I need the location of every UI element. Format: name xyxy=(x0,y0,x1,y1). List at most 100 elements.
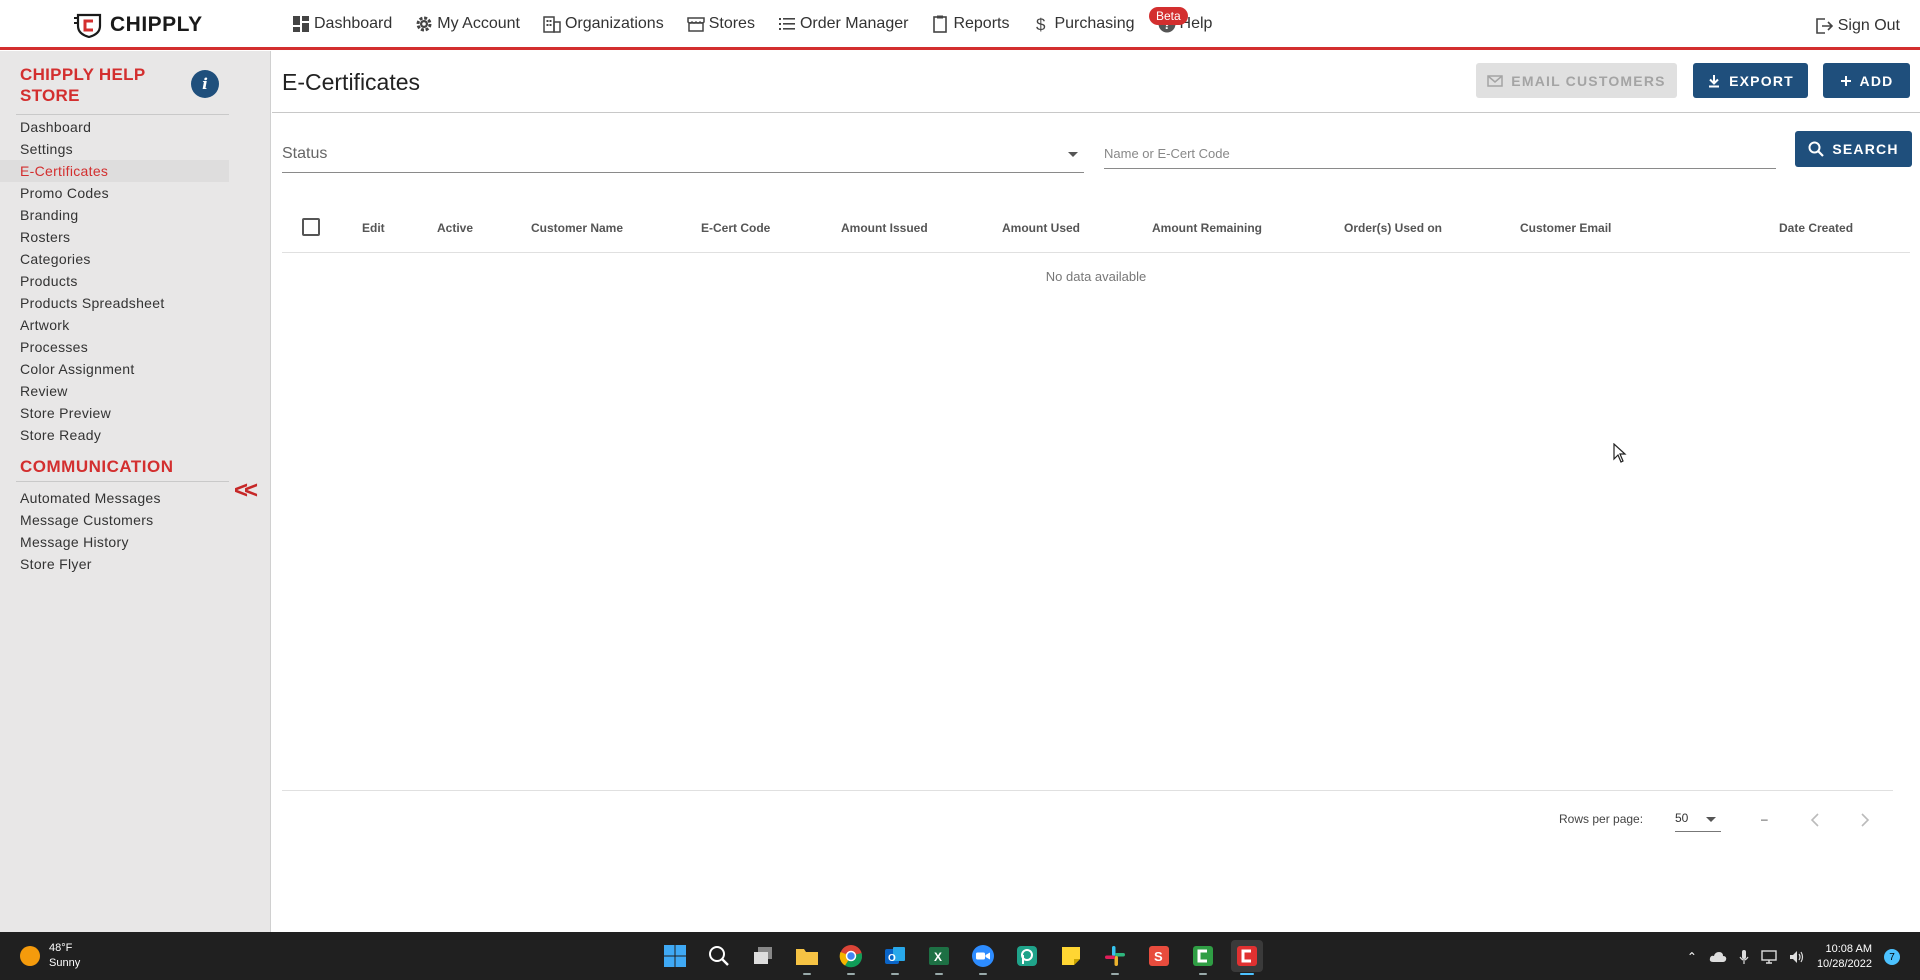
search-icon xyxy=(1808,141,1825,157)
chevron-up-icon[interactable]: ⌃ xyxy=(1687,950,1697,964)
cloud-icon[interactable] xyxy=(1709,951,1727,963)
volume-icon[interactable] xyxy=(1789,950,1805,964)
windows-taskbar: 48°F Sunny O X S ⌃ 10:08 AM 10/28/2022 7 xyxy=(0,932,1920,980)
notification-badge[interactable]: 7 xyxy=(1884,949,1900,965)
sidebar-item-automated-messages[interactable]: Automated Messages xyxy=(0,487,229,509)
page-title: E-Certificates xyxy=(282,69,421,95)
column-header-date-created[interactable]: Date Created xyxy=(1779,221,1853,235)
search-icon[interactable] xyxy=(703,940,735,972)
sidebar-item-color-assignment[interactable]: Color Assignment xyxy=(0,358,229,380)
chevron-down-icon xyxy=(1706,817,1716,822)
building-icon xyxy=(543,16,561,33)
column-header-amount-issued[interactable]: Amount Issued xyxy=(841,221,928,235)
sidebar-item-dashboard[interactable]: Dashboard xyxy=(0,116,229,138)
chipply-logo[interactable]: CHIPPLY xyxy=(74,12,203,38)
add-label: ADD xyxy=(1859,72,1894,89)
store-icon xyxy=(686,17,705,32)
sidebar-item-products[interactable]: Products xyxy=(0,270,229,292)
nav-organizations[interactable]: Organizations xyxy=(542,14,664,34)
microphone-icon[interactable] xyxy=(1739,949,1749,965)
email-customers-button[interactable]: EMAIL CUSTOMERS xyxy=(1476,63,1677,98)
sign-out-button[interactable]: Sign Out xyxy=(1814,16,1900,36)
clock-date: 10/28/2022 xyxy=(1816,958,1872,970)
sidebar-item-processes[interactable]: Processes xyxy=(0,336,229,358)
sidebar-item-store-ready[interactable]: Store Ready xyxy=(0,424,229,446)
sticky-notes-icon[interactable] xyxy=(1055,940,1087,972)
nav-reports[interactable]: Reports xyxy=(930,14,1009,34)
search-label: SEARCH xyxy=(1832,141,1899,157)
slack-icon[interactable] xyxy=(1099,940,1131,975)
column-header-ecert-code[interactable]: E-Cert Code xyxy=(701,221,770,235)
sidebar-item-promo-codes[interactable]: Promo Codes xyxy=(0,182,229,204)
sidebar-item-settings[interactable]: Settings xyxy=(0,138,229,160)
rows-per-page-value: 50 xyxy=(1675,811,1689,825)
nav-stores[interactable]: Stores xyxy=(686,14,755,34)
chevron-left-icon xyxy=(1810,813,1819,827)
main-content: E-Certificates EMAIL CUSTOMERS EXPORT AD… xyxy=(272,51,1920,932)
column-header-orders-used-on[interactable]: Order(s) Used on xyxy=(1344,221,1442,235)
network-icon[interactable] xyxy=(1761,950,1777,964)
column-header-customer-name[interactable]: Customer Name xyxy=(531,221,623,235)
sidebar-item-artwork[interactable]: Artwork xyxy=(0,314,229,336)
nav-purchasing-label: Purchasing xyxy=(1054,15,1135,32)
sidebar-item-rosters[interactable]: Rosters xyxy=(0,226,229,248)
weather-widget[interactable]: 48°F Sunny xyxy=(20,941,80,971)
chipply-green-icon[interactable] xyxy=(1187,940,1219,975)
sun-icon xyxy=(20,946,40,966)
search-button[interactable]: SEARCH xyxy=(1795,131,1912,167)
sidebar-item-store-preview[interactable]: Store Preview xyxy=(0,402,229,424)
column-header-customer-email[interactable]: Customer Email xyxy=(1520,221,1611,235)
list-icon xyxy=(778,18,795,30)
column-header-edit[interactable]: Edit xyxy=(362,221,385,235)
sidebar-item-message-customers[interactable]: Message Customers xyxy=(0,509,229,531)
e-certificates-table: Edit Active Customer Name E-Cert Code Am… xyxy=(282,201,1910,284)
nav-order-manager[interactable]: Order Manager xyxy=(777,14,909,34)
rows-per-page-select[interactable]: 50 xyxy=(1675,807,1721,832)
chrome-icon[interactable] xyxy=(835,940,867,975)
column-header-amount-remaining[interactable]: Amount Remaining xyxy=(1152,221,1262,235)
add-button[interactable]: ADD xyxy=(1823,63,1910,98)
svg-text:S: S xyxy=(1154,949,1163,964)
snagit-icon[interactable]: S xyxy=(1143,940,1175,972)
communication-section-title: COMMUNICATION xyxy=(20,457,174,476)
search-field xyxy=(1104,137,1776,169)
nav-order-manager-label: Order Manager xyxy=(799,15,909,32)
page-range: – xyxy=(1761,812,1768,826)
file-explorer-icon[interactable] xyxy=(791,940,823,975)
info-icon[interactable]: i xyxy=(191,70,219,98)
column-header-active[interactable]: Active xyxy=(437,221,473,235)
zoom-icon[interactable] xyxy=(967,940,999,975)
sidebar-item-branding[interactable]: Branding xyxy=(0,204,229,226)
export-label: EXPORT xyxy=(1729,72,1794,89)
collapse-sidebar-button[interactable]: << xyxy=(234,477,258,505)
sidebar-item-e-certificates[interactable]: E-Certificates xyxy=(0,160,229,182)
next-page-button[interactable] xyxy=(1852,807,1878,833)
select-all-checkbox[interactable] xyxy=(302,218,320,236)
previous-page-button[interactable] xyxy=(1802,807,1828,833)
excel-icon[interactable]: X xyxy=(923,940,955,975)
sidebar-item-message-history[interactable]: Message History xyxy=(0,531,229,553)
chevron-down-icon xyxy=(1068,152,1078,157)
system-clock[interactable]: 10:08 AM 10/28/2022 xyxy=(1817,942,1872,972)
sidebar-item-review[interactable]: Review xyxy=(0,380,229,402)
dashboard-icon xyxy=(293,16,309,32)
task-view-icon[interactable] xyxy=(747,940,779,972)
top-navigation-bar: CHIPPLY Dashboard My Account Organizatio… xyxy=(0,3,1920,50)
sidebar-divider xyxy=(16,114,229,115)
chipply-red-icon[interactable] xyxy=(1231,940,1263,975)
export-button[interactable]: EXPORT xyxy=(1693,63,1808,98)
sidebar-item-categories[interactable]: Categories xyxy=(0,248,229,270)
status-select[interactable]: Status xyxy=(282,137,1084,173)
outlook-icon[interactable]: O xyxy=(879,940,911,975)
nav-purchasing[interactable]: $ Purchasing xyxy=(1031,14,1134,34)
weather-temp: 48°F xyxy=(49,942,73,954)
nav-dashboard[interactable]: Dashboard xyxy=(291,14,392,34)
sidebar-item-store-flyer[interactable]: Store Flyer xyxy=(0,553,229,575)
windows-start-icon[interactable] xyxy=(659,940,691,972)
dollar-icon: $ xyxy=(1036,15,1046,34)
app-icon[interactable] xyxy=(1011,940,1043,972)
search-input[interactable] xyxy=(1104,137,1776,168)
column-header-amount-used[interactable]: Amount Used xyxy=(1002,221,1080,235)
nav-my-account[interactable]: My Account xyxy=(414,14,520,34)
sidebar-item-products-spreadsheet[interactable]: Products Spreadsheet xyxy=(0,292,229,314)
